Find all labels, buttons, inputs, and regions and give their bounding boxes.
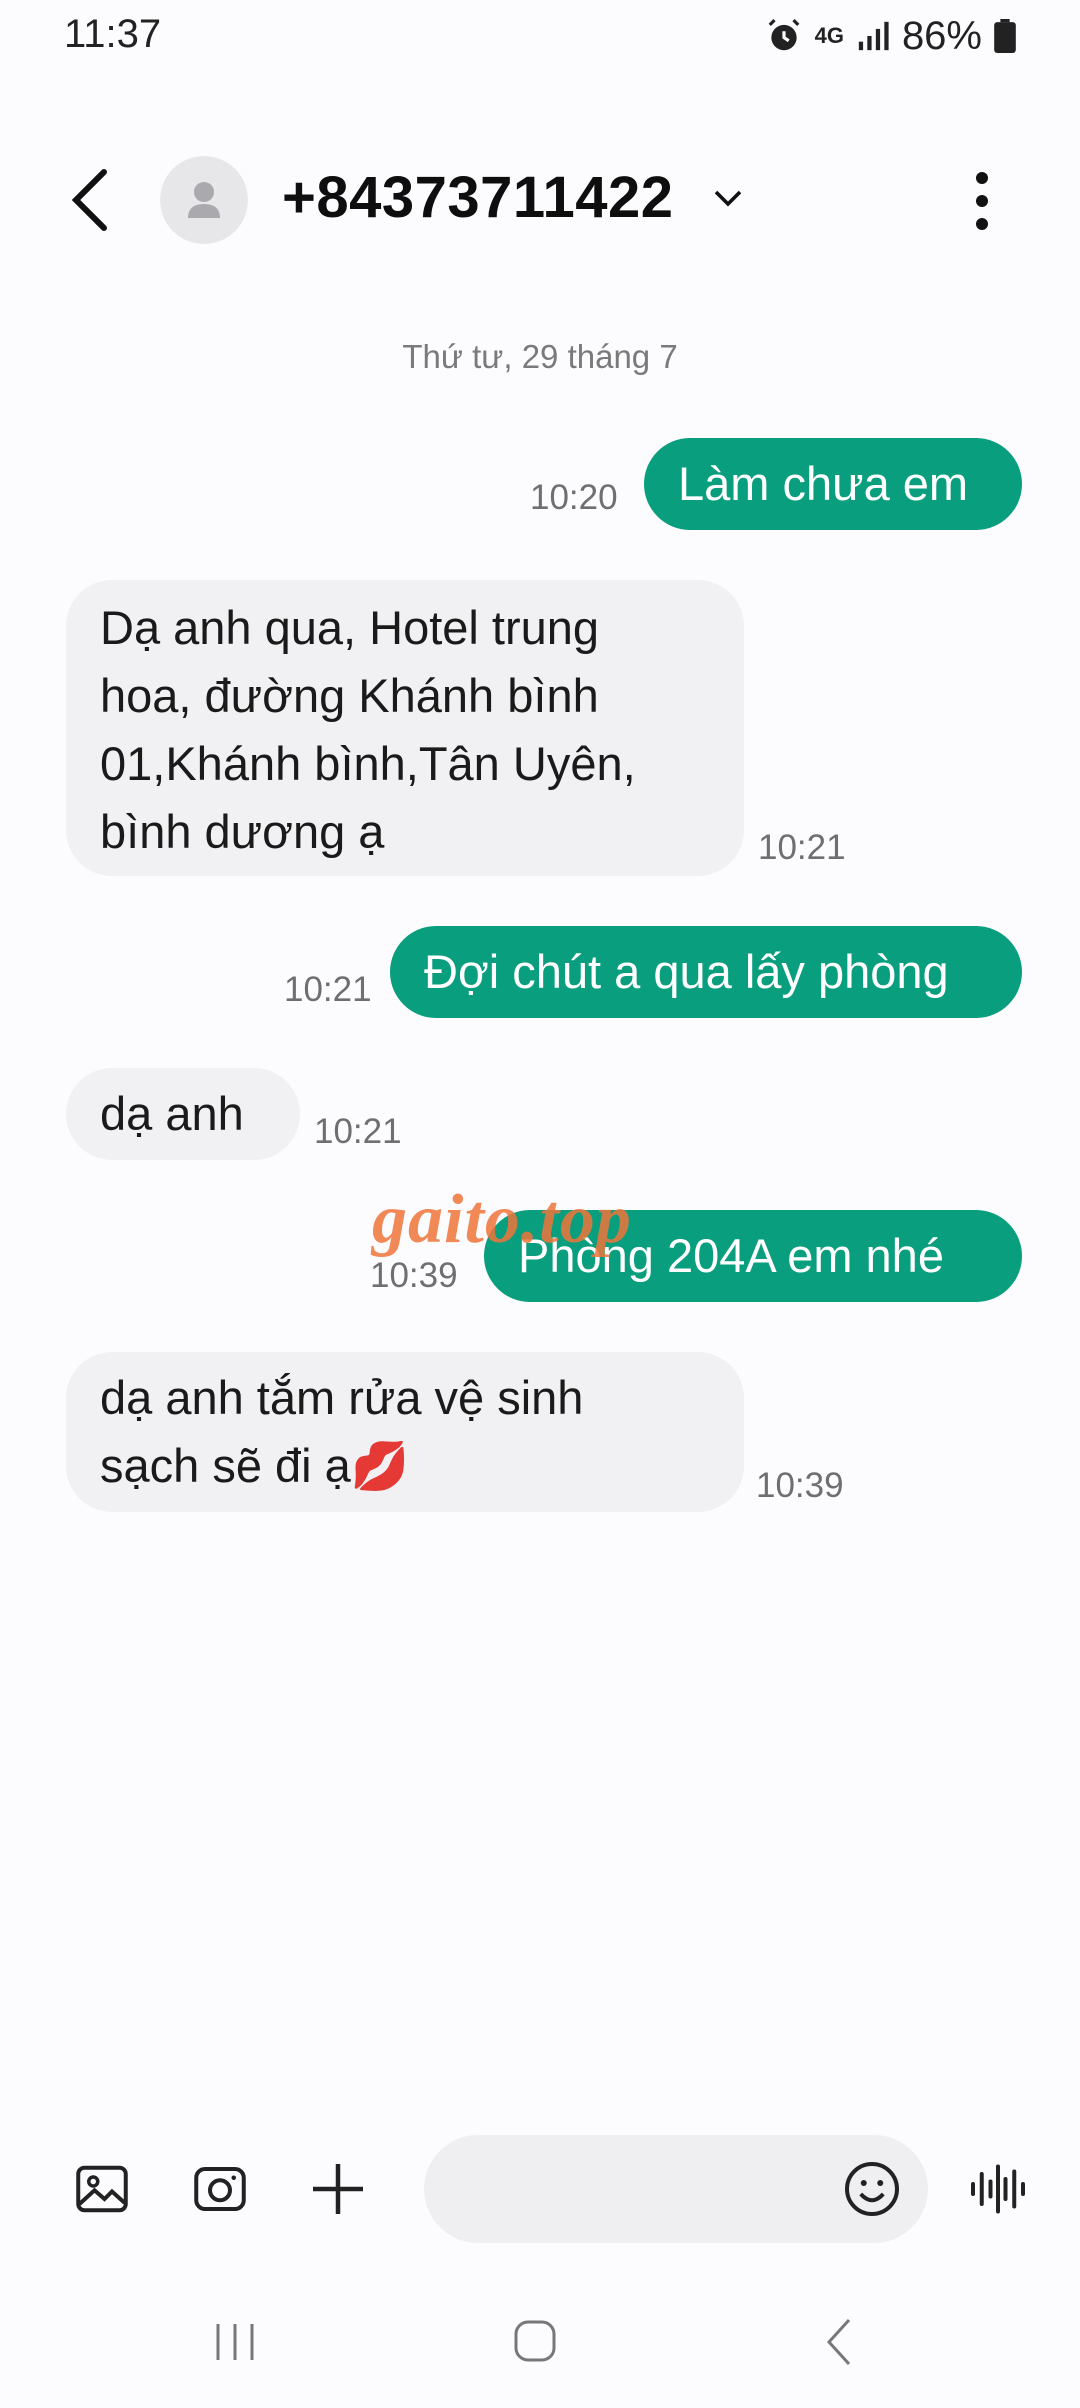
date-separator: Thứ tư, 29 tháng 7 <box>402 338 678 375</box>
more-options-button[interactable] <box>962 166 1002 236</box>
chevron-left-icon <box>826 2318 851 2366</box>
message-line: bình dương ạ <box>100 805 385 858</box>
chevron-left-icon <box>71 169 107 231</box>
person-icon <box>188 182 220 218</box>
incoming-message[interactable]: dạ anh <box>66 1068 300 1160</box>
voice-button[interactable] <box>968 2159 1028 2219</box>
recents-icon <box>216 2324 254 2360</box>
status-icons: 4G 86% <box>765 12 1016 60</box>
voice-wave-icon <box>971 2164 1025 2214</box>
alarm-icon <box>768 19 799 51</box>
back-button[interactable] <box>60 164 120 236</box>
message-time: 10:21 <box>758 828 846 867</box>
message-time: 10:20 <box>530 478 618 517</box>
network-type: 4G <box>814 23 844 48</box>
message-text: dạ anh <box>100 1087 244 1140</box>
camera-button[interactable] <box>190 2159 250 2219</box>
message-time: 10:39 <box>370 1256 458 1295</box>
message-line: dạ anh tắm rửa vệ sinh <box>100 1371 584 1424</box>
signal-icon <box>858 21 889 51</box>
plus-icon <box>313 2164 363 2214</box>
incoming-message[interactable]: dạ anh tắm rửa vệ sinh sạch sẽ đi ạ💋 <box>66 1352 744 1512</box>
message-line: sạch sẽ đi ạ💋 <box>100 1439 410 1492</box>
message-text: Làm chưa em <box>678 457 969 510</box>
camera-icon <box>194 2167 246 2211</box>
chevron-down-icon[interactable] <box>710 180 746 216</box>
incoming-message[interactable]: Dạ anh qua, Hotel trung hoa, đường Khánh… <box>66 580 744 876</box>
outgoing-message[interactable]: Đợi chút a qua lấy phòng <box>390 926 1022 1018</box>
message-line: Dạ anh qua, Hotel trung <box>100 601 600 654</box>
message-time: 10:39 <box>756 1466 844 1505</box>
home-icon <box>514 2320 556 2362</box>
image-icon <box>76 2165 128 2213</box>
message-time: 10:21 <box>314 1112 402 1151</box>
battery-icon <box>994 19 1016 53</box>
watermark: gaito.top <box>372 1181 632 1258</box>
battery-percent: 86% <box>901 13 982 58</box>
emoji-button[interactable] <box>842 2159 902 2219</box>
more-vertical-icon <box>976 172 988 230</box>
message-line: hoa, đường Khánh bình <box>100 669 599 722</box>
contact-name[interactable]: +84373711422 <box>282 164 674 231</box>
message-line: 01,Khánh bình,Tân Uyên, <box>100 737 636 790</box>
gallery-button[interactable] <box>72 2159 132 2219</box>
message-time: 10:21 <box>284 970 372 1009</box>
home-button[interactable] <box>500 2312 570 2372</box>
message-text: Đợi chút a qua lấy phòng <box>424 945 949 998</box>
outgoing-message[interactable]: Làm chưa em <box>644 438 1022 530</box>
nav-back-button[interactable] <box>805 2312 875 2372</box>
emoji-icon <box>845 2162 899 2216</box>
status-time: 11:37 <box>64 12 162 56</box>
attach-button[interactable] <box>308 2159 368 2219</box>
recents-button[interactable] <box>200 2312 270 2372</box>
avatar[interactable] <box>160 156 248 244</box>
